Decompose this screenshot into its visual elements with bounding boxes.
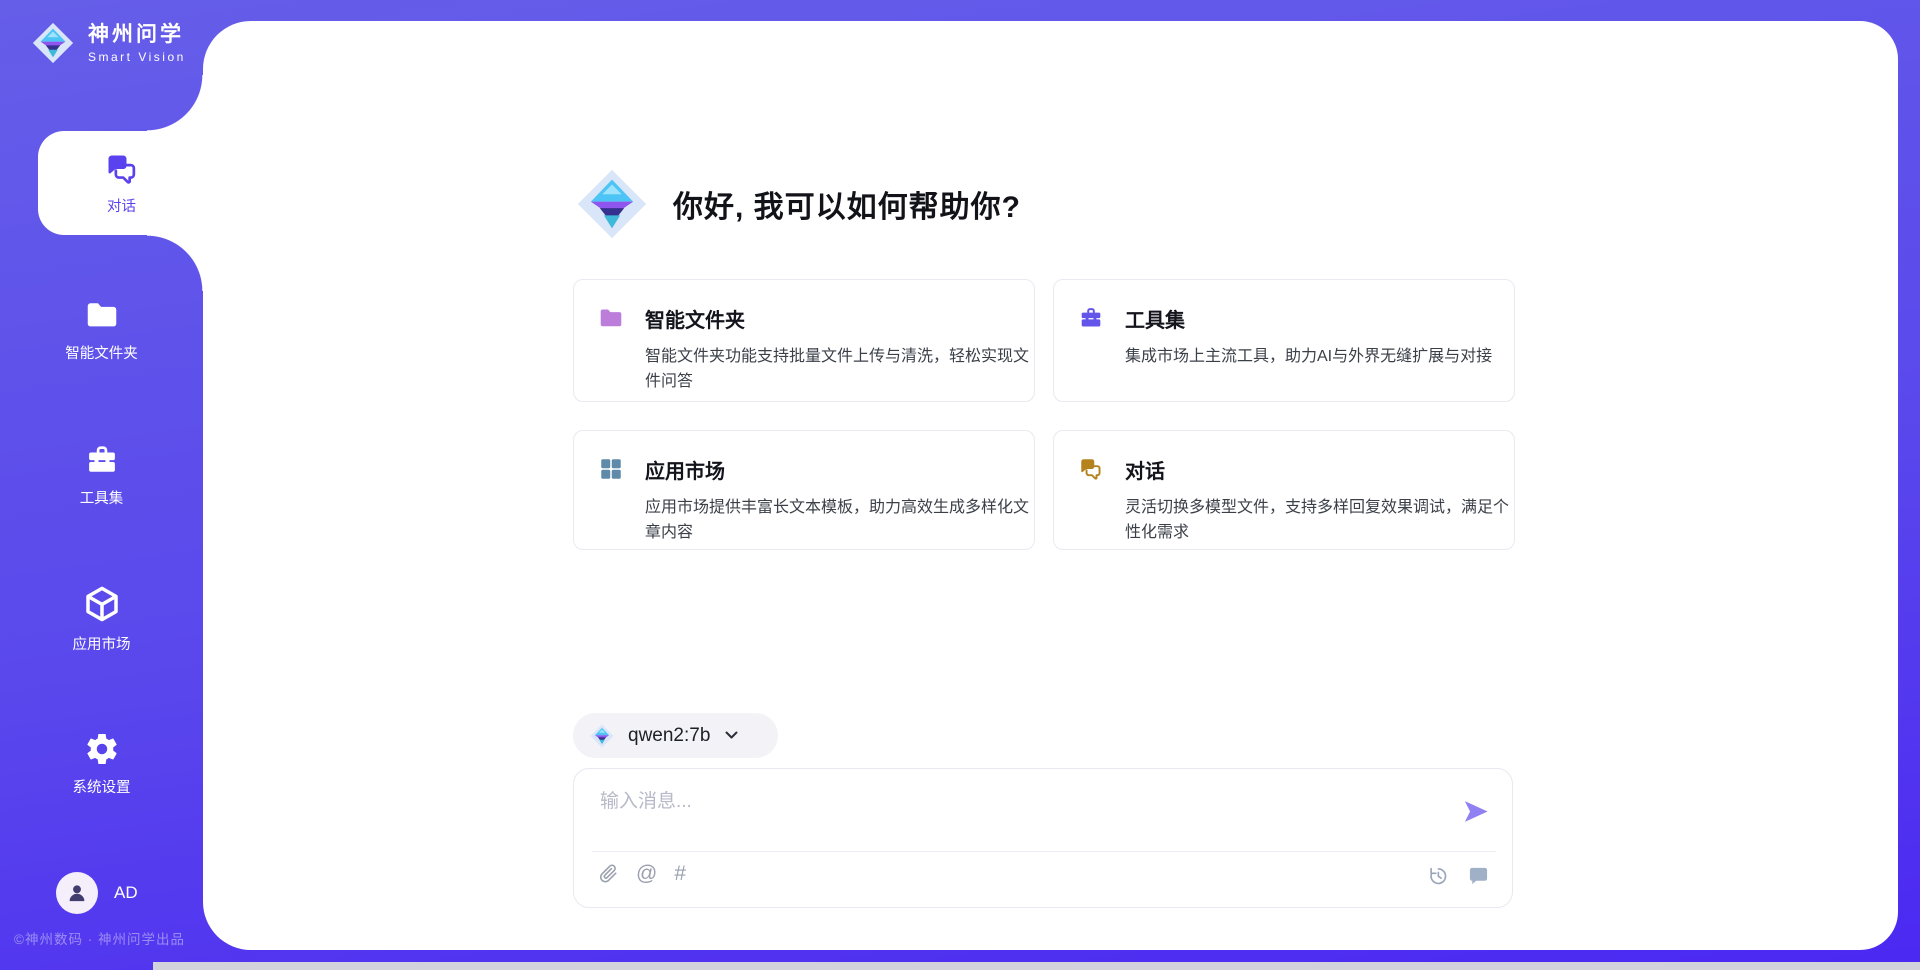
person-icon <box>64 880 90 906</box>
folder-icon <box>84 297 120 333</box>
sidebar-item-label: 对话 <box>107 195 136 216</box>
card-description: 灵活切换多模型文件，支持多样回复效果调试，满足个性化需求 <box>1125 495 1511 545</box>
brand-gem-icon <box>30 20 76 66</box>
model-selector[interactable]: qwen2:7b <box>573 713 778 758</box>
mention-icon[interactable]: @ <box>636 863 657 884</box>
greeting-title: 你好, 我可以如何帮助你? <box>673 182 1021 226</box>
card-title: 对话 <box>1125 455 1511 484</box>
sidebar-item-toolset[interactable]: 工具集 <box>0 442 203 508</box>
user-profile[interactable]: AD <box>56 872 138 914</box>
sidebar-item-label: 应用市场 <box>73 633 131 654</box>
card-description: 智能文件夹功能支持批量文件上传与清洗，轻松实现文件问答 <box>645 344 1031 394</box>
main-content-panel: 你好, 我可以如何帮助你? 智能文件夹 智能文件夹功能支持批量文件上传与清洗，轻… <box>203 21 1898 950</box>
horizontal-scrollbar[interactable] <box>153 962 1920 970</box>
chat-bubble-icon[interactable] <box>1467 866 1490 887</box>
card-text: 应用市场 应用市场提供丰富长文本模板，助力高效生成多样化文章内容 <box>645 455 1031 529</box>
folder-icon <box>598 305 624 331</box>
greeting: 你好, 我可以如何帮助你? <box>573 165 1021 243</box>
chevron-down-icon <box>725 731 738 740</box>
history-icon[interactable] <box>1427 865 1449 887</box>
chat-icon <box>104 151 140 187</box>
toolbox-icon <box>84 442 120 478</box>
send-icon[interactable] <box>1461 797 1490 826</box>
sidebar-item-app-market[interactable]: 应用市场 <box>0 584 203 654</box>
tab-curve-top <box>147 75 203 131</box>
card-title: 工具集 <box>1125 304 1511 333</box>
user-initials: AD <box>114 883 138 903</box>
message-input[interactable] <box>598 785 1222 819</box>
app-root: 你好, 我可以如何帮助你? 智能文件夹 智能文件夹功能支持批量文件上传与清洗，轻… <box>0 0 1920 970</box>
sidebar-item-chat[interactable]: 对话 <box>38 131 205 235</box>
card-text: 工具集 集成市场上主流工具，助力AI与外界无缝扩展与对接 <box>1125 304 1511 381</box>
card-title: 智能文件夹 <box>645 304 1031 333</box>
sidebar-item-label: 智能文件夹 <box>65 342 138 363</box>
chat-icon <box>1078 456 1104 482</box>
brand-name: 神州问学 <box>88 22 186 47</box>
sidebar-item-smart-folders[interactable]: 智能文件夹 <box>0 297 203 363</box>
sidebar-item-label: 工具集 <box>80 487 124 508</box>
brand: 神州问学 Smart Vision <box>30 20 186 66</box>
toolbox-icon <box>1078 305 1104 331</box>
hashtag-icon[interactable]: # <box>674 863 686 884</box>
card-chat[interactable]: 对话 灵活切换多模型文件，支持多样回复效果调试，满足个性化需求 <box>1053 430 1515 550</box>
sidebar-item-settings[interactable]: 系统设置 <box>0 731 203 797</box>
brand-subtitle: Smart Vision <box>88 50 186 64</box>
card-smart-folders[interactable]: 智能文件夹 智能文件夹功能支持批量文件上传与清洗，轻松实现文件问答 <box>573 279 1035 402</box>
brand-text: 神州问学 Smart Vision <box>88 22 186 63</box>
attach-icon[interactable] <box>598 863 619 884</box>
card-text: 智能文件夹 智能文件夹功能支持批量文件上传与清洗，轻松实现文件问答 <box>645 304 1031 381</box>
card-title: 应用市场 <box>645 455 1031 484</box>
message-composer: @ # <box>573 768 1513 908</box>
cube-icon <box>82 584 122 624</box>
avatar <box>56 872 98 914</box>
model-gem-icon <box>589 723 615 749</box>
gear-icon <box>84 731 120 767</box>
tab-curve-bottom <box>147 235 203 291</box>
composer-right-tools <box>1427 865 1490 887</box>
card-text: 对话 灵活切换多模型文件，支持多样回复效果调试，满足个性化需求 <box>1125 455 1511 529</box>
copyright: ©神州数码 · 神州问学出品 <box>14 928 185 948</box>
composer-divider <box>592 851 1496 852</box>
card-toolset[interactable]: 工具集 集成市场上主流工具，助力AI与外界无缝扩展与对接 <box>1053 279 1515 402</box>
card-description: 集成市场上主流工具，助力AI与外界无缝扩展与对接 <box>1125 344 1511 369</box>
sidebar-item-label: 系统设置 <box>73 776 131 797</box>
composer-tools: @ # <box>598 863 686 884</box>
brand-gem-icon <box>573 165 651 243</box>
card-description: 应用市场提供丰富长文本模板，助力高效生成多样化文章内容 <box>645 495 1031 545</box>
card-app-market[interactable]: 应用市场 应用市场提供丰富长文本模板，助力高效生成多样化文章内容 <box>573 430 1035 550</box>
grid-icon <box>598 456 624 482</box>
model-name: qwen2:7b <box>628 725 710 747</box>
